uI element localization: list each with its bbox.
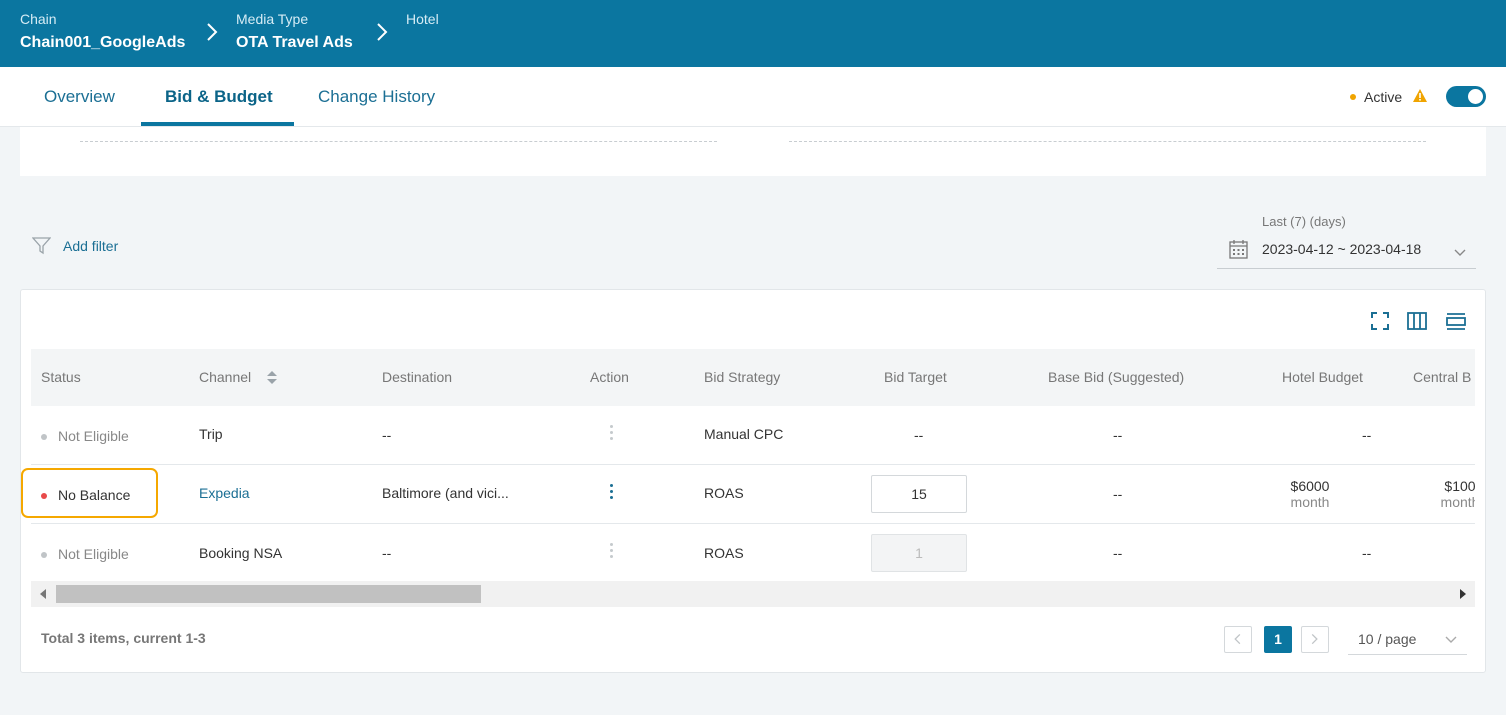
page-size-value: 10 / page [1358, 631, 1417, 647]
bid-target: -- [914, 427, 924, 443]
header-bar: Chain Chain001_GoogleAds Media Type OTA … [0, 0, 1506, 67]
chevron-right-icon [376, 22, 388, 42]
table-card: Status Channel Destination Action Bid St… [20, 289, 1486, 673]
channel-name: Booking NSA [199, 545, 283, 561]
status-text: Not Eligible [58, 546, 129, 562]
chevron-down-icon [1454, 244, 1466, 256]
active-toggle[interactable] [1446, 86, 1486, 107]
breadcrumb-label: Chain [20, 11, 57, 27]
central-budget-unit: month [1440, 494, 1475, 510]
date-range-value: 2023-04-12 ~ 2023-04-18 [1262, 241, 1422, 257]
breadcrumb-value: Chain001_GoogleAds [20, 34, 186, 51]
col-hotel-budget[interactable]: Hotel Budget [1282, 369, 1363, 385]
date-range-picker[interactable]: 2023-04-12 ~ 2023-04-18 [1217, 233, 1476, 269]
chevron-right-icon [206, 22, 218, 42]
central-budget-amount: $100 [1444, 478, 1475, 494]
calendar-icon [1229, 239, 1248, 259]
bid-strategy: ROAS [704, 545, 744, 561]
chevron-down-icon [1445, 636, 1457, 643]
status-text: Not Eligible [58, 428, 129, 444]
col-bid-strategy[interactable]: Bid Strategy [704, 369, 780, 385]
col-central-budget[interactable]: Central B [1413, 369, 1471, 385]
divider [789, 141, 1426, 142]
col-channel[interactable]: Channel [199, 369, 251, 385]
col-base-bid[interactable]: Base Bid (Suggested) [1048, 369, 1184, 385]
bid-strategy: ROAS [704, 485, 744, 501]
bid-strategy: Manual CPC [704, 426, 784, 442]
active-tab-indicator [141, 122, 294, 126]
more-actions-icon[interactable] [610, 425, 614, 441]
breadcrumb-media-type[interactable]: Media Type OTA Travel Ads [236, 11, 353, 52]
table-row: Not Eligible Trip -- Manual CPC -- -- -- [31, 406, 1475, 465]
hotel-budget-amount: $6000 [1290, 478, 1330, 494]
hotel-budget-unit: month [1290, 494, 1330, 510]
next-page-button[interactable] [1301, 626, 1329, 653]
destination: -- [382, 545, 392, 561]
filter-icon[interactable] [31, 236, 52, 255]
tab-change-history[interactable]: Change History [318, 67, 435, 127]
data-table: Status Channel Destination Action Bid St… [31, 349, 1475, 607]
scroll-right-icon[interactable] [1460, 589, 1466, 599]
toggle-knob [1468, 89, 1483, 104]
page-size-select[interactable]: 10 / page [1348, 624, 1467, 655]
tab-bid-budget[interactable]: Bid & Budget [165, 67, 273, 127]
breadcrumb-label: Media Type [236, 11, 309, 27]
status-dot [41, 434, 47, 440]
row-density-icon[interactable] [1446, 311, 1466, 331]
hotel-budget: -- [1362, 427, 1372, 443]
scroll-left-icon[interactable] [40, 589, 46, 599]
central-budget: $100 month [1425, 478, 1475, 510]
breadcrumb-hotel[interactable]: Hotel [406, 11, 439, 29]
summary-panel [20, 127, 1486, 176]
base-bid: -- [1113, 545, 1123, 561]
no-balance-highlight [21, 468, 158, 518]
col-status[interactable]: Status [41, 369, 81, 385]
col-action: Action [590, 369, 629, 385]
tab-overview[interactable]: Overview [44, 67, 115, 127]
page-1-button[interactable]: 1 [1264, 626, 1292, 653]
fullscreen-icon[interactable] [1370, 311, 1390, 331]
channel-name: Trip [199, 426, 223, 442]
add-filter-button[interactable]: Add filter [63, 238, 118, 254]
date-range-label: Last (7) (days) [1262, 214, 1346, 229]
warning-icon[interactable] [1412, 88, 1428, 103]
bid-target-input: 1 [871, 534, 967, 572]
status-dot [41, 552, 47, 558]
bid-target-input[interactable]: 15 [871, 475, 967, 513]
columns-icon[interactable] [1407, 311, 1427, 331]
divider [80, 141, 717, 142]
channel-link[interactable]: Expedia [199, 485, 250, 501]
prev-page-button[interactable] [1224, 626, 1252, 653]
table-row: No Balance Expedia Baltimore (and vici..… [31, 465, 1475, 524]
base-bid: -- [1113, 427, 1123, 443]
status-label: Active [1364, 89, 1403, 105]
table-row: Not Eligible Booking NSA -- ROAS 1 -- -- [31, 524, 1475, 583]
more-actions-icon[interactable] [610, 543, 614, 559]
col-destination[interactable]: Destination [382, 369, 452, 385]
hotel-budget: -- [1362, 545, 1372, 561]
sort-icon[interactable] [265, 368, 279, 387]
destination: -- [382, 427, 392, 443]
scrollbar-thumb[interactable] [56, 585, 481, 603]
destination: Baltimore (and vici... [382, 485, 509, 501]
breadcrumb-label: Hotel [406, 11, 439, 27]
hotel-budget: $6000 month [1275, 478, 1345, 510]
col-bid-target[interactable]: Bid Target [884, 369, 947, 385]
tab-bar: Overview Bid & Budget Change History [0, 67, 1506, 127]
table-header: Status Channel Destination Action Bid St… [31, 349, 1475, 406]
more-actions-icon[interactable] [610, 484, 614, 500]
status-dot [1350, 94, 1356, 100]
breadcrumb-chain[interactable]: Chain Chain001_GoogleAds [20, 11, 185, 52]
total-items: Total 3 items, current 1-3 [41, 630, 206, 646]
breadcrumb-value: OTA Travel Ads [236, 34, 353, 51]
horizontal-scrollbar[interactable] [31, 581, 1475, 607]
base-bid: -- [1113, 486, 1123, 502]
